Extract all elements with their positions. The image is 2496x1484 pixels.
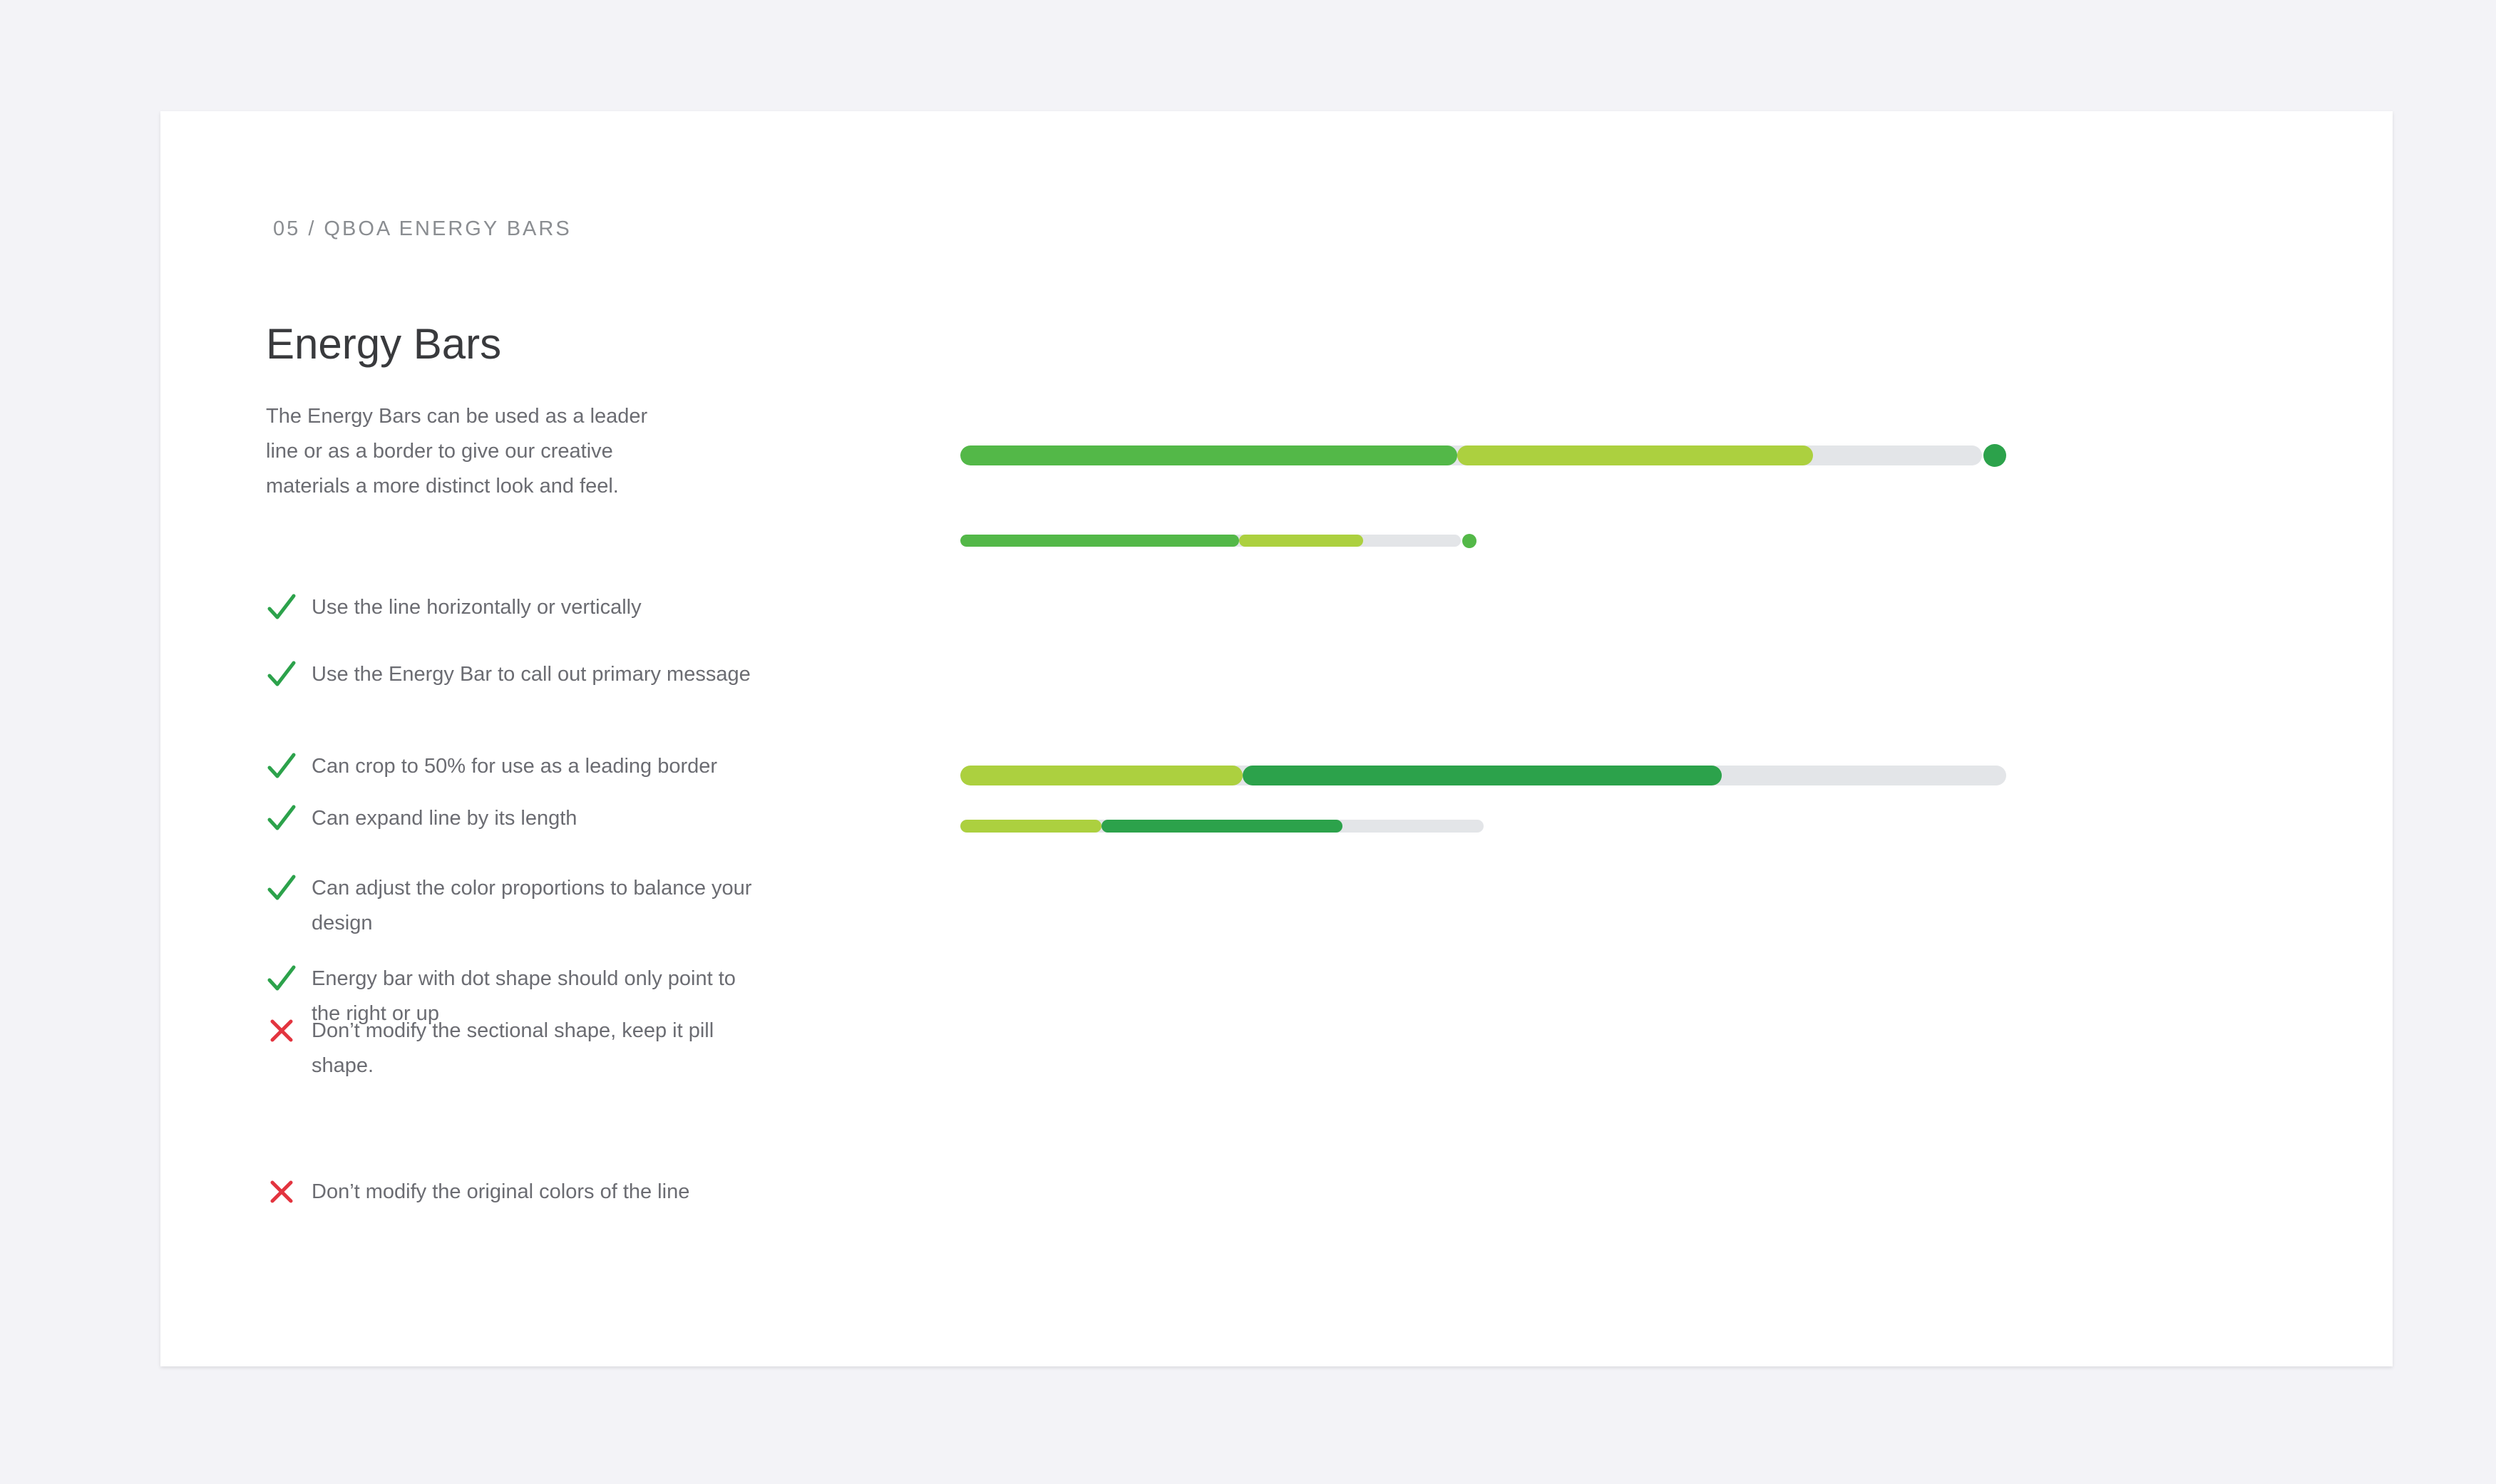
rule-item: Use the Energy Bar to call out primary m… [266,657,779,692]
rule-text: Can adjust the color proportions to bala… [312,877,752,934]
rule-item: Can expand line by its length [266,801,779,836]
energy-bar-segment [960,445,1457,465]
checkmark-icon [267,965,296,991]
rule-item: Use the line horizontally or vertically [266,590,779,625]
energy-bar-segment [1243,766,1722,785]
page-title: Energy Bars [266,320,502,368]
section-eyebrow: 05 / QBOA ENERGY BARS [273,217,572,240]
energy-bar-segment [1457,445,1813,465]
checkmark-icon [267,594,296,619]
energy-bar-dot-large [960,445,1982,465]
rule-text: Don’t modify the sectional shape, keep i… [312,1019,714,1077]
energy-bar-segment [1101,820,1342,833]
rule-item: Can crop to 50% for use as a leading bor… [266,749,779,784]
rule-text: Use the line horizontally or vertically [312,596,642,619]
slide-card: 05 / QBOA ENERGY BARS Energy Bars The En… [160,111,2393,1366]
energy-bar-segment [960,535,1239,547]
energy-bar-segment [960,766,1243,785]
rule-text: Use the Energy Bar to call out primary m… [312,663,751,686]
checkmark-icon [267,661,296,686]
cross-icon [270,1180,293,1203]
rule-text: Don’t modify the original colors of the … [312,1180,690,1203]
energy-bar-end-dot [1983,444,2006,467]
checkmark-icon [267,805,296,830]
energy-bar-plain-large [960,766,2006,785]
energy-bar-end-dot [1462,533,1476,548]
rule-item: Don’t modify the sectional shape, keep i… [266,1014,779,1083]
checkmark-icon [267,753,296,778]
checkmark-icon [267,875,296,900]
intro-paragraph: The Energy Bars can be used as a leader … [266,405,648,498]
energy-bar-dot-small [960,535,1461,547]
rule-item: Don’t modify the original colors of the … [266,1175,779,1210]
energy-bar-segment [1238,535,1363,547]
rule-text: Can expand line by its length [312,807,577,830]
rule-text: Can crop to 50% for use as a leading bor… [312,755,718,778]
cross-icon [270,1019,293,1042]
rule-item: Can adjust the color proportions to bala… [266,871,779,941]
energy-bar-segment [960,820,1102,833]
energy-bar-plain-small [960,820,1484,833]
